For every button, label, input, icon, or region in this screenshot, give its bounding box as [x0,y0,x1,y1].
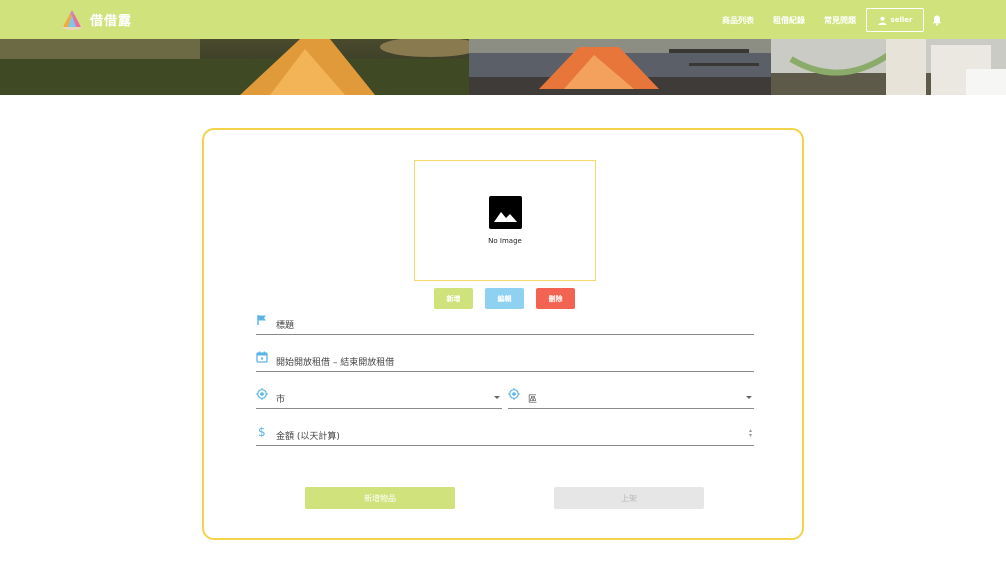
price-field[interactable]: $ 金額 (以天計算) ▴ ▾ [256,422,754,446]
calendar-icon [256,351,268,363]
user-name: seller [890,16,913,24]
notification-bell-icon[interactable] [932,15,942,26]
district-select[interactable]: 區 [508,385,754,409]
image-actions: 新增 編輯 刪除 [434,288,587,309]
image-preview[interactable]: No Image [414,160,596,281]
edit-image-button[interactable]: 編輯 [485,288,524,309]
add-image-button[interactable]: 新增 [434,288,473,309]
hero-banner [0,39,1006,95]
city-placeholder: 市 [276,395,286,405]
district-placeholder: 區 [528,395,538,405]
add-item-card: No Image 新增 編輯 刪除 標題 開始開放租借 – 結束開放租借 市 區… [202,128,804,540]
city-select[interactable]: 市 [256,385,502,409]
title-field[interactable]: 標題 [256,311,754,335]
no-image-text: No Image [488,237,522,245]
banner-hammock-image [771,39,1006,95]
brand-name: 借借露 [90,13,133,29]
publish-button[interactable]: 上架 [554,487,704,509]
brand[interactable]: 借借露 [60,7,132,31]
navbar: 借借露 商品列表 租借紀錄 常見問題 seller [0,0,1006,39]
delete-image-button[interactable]: 刪除 [536,288,575,309]
location-icon [508,388,520,400]
nav-link-products[interactable]: 商品列表 [722,15,754,26]
svg-text:$: $ [258,425,266,437]
number-spinner-icon[interactable]: ▴ ▾ [749,428,752,439]
add-item-button[interactable]: 新增物品 [305,487,455,509]
user-button[interactable]: seller [866,8,924,32]
date-range-placeholder: 開始開放租借 – 結束開放租借 [276,358,395,368]
tent-logo-icon [60,7,84,31]
banner-tent-grass-image [0,39,469,95]
flag-icon [257,315,266,325]
title-placeholder: 標題 [276,321,295,331]
chevron-down-icon [494,396,500,399]
nav-links: 商品列表 租借紀錄 常見問題 seller [703,8,942,32]
banner-tent-beach-image [469,39,771,95]
location-icon [256,388,268,400]
image-placeholder-icon [488,196,522,229]
user-icon [877,16,887,25]
chevron-down-icon [746,396,752,399]
date-range-field[interactable]: 開始開放租借 – 結束開放租借 [256,348,754,372]
dollar-icon: $ [258,425,266,437]
price-placeholder: 金額 (以天計算) [276,432,340,442]
nav-link-rental-records[interactable]: 租借紀錄 [773,15,805,26]
nav-link-faq[interactable]: 常見問題 [824,15,856,26]
